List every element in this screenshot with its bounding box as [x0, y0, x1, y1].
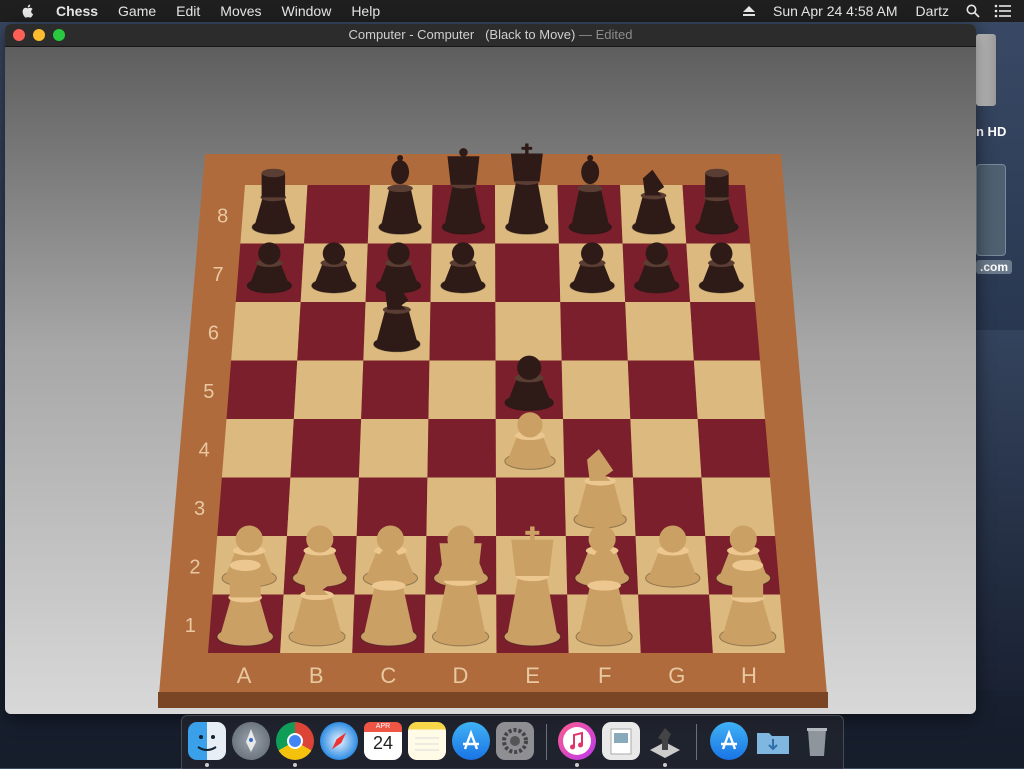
- board-square-h5[interactable]: [693, 360, 765, 420]
- dock-separator: [546, 724, 547, 760]
- chess-running-indicator: [663, 763, 667, 767]
- board-square-h6[interactable]: [690, 302, 760, 361]
- menu-user[interactable]: Dartz: [907, 0, 958, 22]
- itunes-icon[interactable]: [558, 722, 596, 760]
- board-square-g5[interactable]: [627, 360, 698, 420]
- board-square-a4[interactable]: [221, 419, 294, 478]
- window-title-edited: — Edited: [579, 27, 633, 42]
- file-label: H: [741, 663, 757, 688]
- finder-running-indicator: [205, 763, 209, 767]
- notification-center-icon[interactable]: [988, 0, 1018, 22]
- window-title-players: Computer - Computer: [348, 27, 475, 42]
- board-square-f6[interactable]: [560, 302, 628, 361]
- chrome-running-indicator: [293, 763, 297, 767]
- board-square-e7[interactable]: [495, 243, 561, 303]
- menu-game[interactable]: Game: [108, 0, 166, 22]
- app-store-icon[interactable]: [452, 722, 490, 760]
- menu-app-name[interactable]: Chess: [46, 0, 108, 22]
- desktop-file-label: .com: [976, 260, 1013, 274]
- launchpad-icon[interactable]: [232, 722, 270, 760]
- rank-label: 7: [213, 264, 224, 286]
- board-squares: [208, 185, 785, 653]
- rank-label: 5: [203, 381, 214, 403]
- board-square-g6[interactable]: [625, 302, 694, 361]
- window-title: Computer - Computer (Black to Move) — Ed…: [5, 24, 976, 46]
- apple-icon[interactable]: [20, 3, 36, 19]
- board-square-h4[interactable]: [697, 419, 770, 478]
- window-title-status: (Black to Move): [485, 27, 576, 42]
- file-label: D: [452, 663, 468, 688]
- board-square-b4[interactable]: [290, 419, 362, 478]
- calendar-day: 24: [372, 733, 394, 753]
- board-square-d6[interactable]: [429, 302, 496, 361]
- preview-icon[interactable]: [602, 722, 640, 760]
- chess-window: Computer - Computer (Black to Move) — Ed…: [5, 24, 976, 714]
- rank-label: 2: [189, 556, 200, 578]
- rank-label: 3: [194, 498, 205, 520]
- finder-icon[interactable]: [188, 722, 226, 760]
- chess-scene[interactable]: A B C D E F G H 8 7 6 5 4 3 2 1: [5, 47, 976, 714]
- trash-icon[interactable]: [798, 722, 836, 760]
- file-label: C: [380, 663, 396, 688]
- board-square-b6[interactable]: [297, 302, 366, 361]
- board-square-e6[interactable]: [495, 302, 562, 361]
- board-frame-edge: [158, 692, 828, 708]
- file-label: G: [668, 663, 685, 688]
- wallpaper-mountain: [976, 330, 1024, 690]
- itunes-running-indicator: [575, 763, 579, 767]
- board-square-c5[interactable]: [361, 360, 430, 420]
- notes-icon[interactable]: [408, 722, 446, 760]
- chess-icon[interactable]: [646, 722, 684, 760]
- menu-bar-status: Sun Apr 24 4:58 AM Dartz: [734, 0, 1024, 22]
- board-square-a5[interactable]: [226, 360, 298, 420]
- menu-moves[interactable]: Moves: [210, 0, 271, 22]
- hard-drive-label: n HD: [976, 124, 1007, 139]
- eject-icon[interactable]: [734, 0, 764, 22]
- system-preferences-icon[interactable]: [496, 722, 534, 760]
- rank-label: 8: [217, 205, 228, 227]
- menu-help[interactable]: Help: [341, 0, 390, 22]
- spotlight-search-icon[interactable]: [958, 0, 988, 22]
- file-label: A: [237, 663, 252, 688]
- board-square-c4[interactable]: [358, 419, 429, 478]
- board-square-b8[interactable]: [304, 185, 370, 244]
- hard-drive-icon[interactable]: [976, 34, 996, 106]
- rank-label: 1: [185, 615, 196, 637]
- dock: APR 24: [181, 715, 844, 769]
- board-square-f5[interactable]: [561, 360, 631, 420]
- file-label: F: [598, 663, 611, 688]
- chess-board-3d[interactable]: A B C D E F G H 8 7 6 5 4 3 2 1: [5, 47, 976, 714]
- rank-label: 4: [199, 439, 210, 461]
- menu-bar: Chess Game Edit Moves Window Help Sun Ap…: [0, 0, 1024, 22]
- menu-window[interactable]: Window: [272, 0, 342, 22]
- app-store-downloads-icon[interactable]: [710, 722, 748, 760]
- calendar-month: APR: [364, 722, 402, 732]
- board-square-g4[interactable]: [630, 419, 702, 478]
- board-square-a6[interactable]: [231, 302, 301, 361]
- desktop-file-icon[interactable]: [976, 164, 1006, 256]
- file-label: B: [309, 663, 324, 688]
- downloads-folder-icon[interactable]: [754, 722, 792, 760]
- calendar-icon[interactable]: APR 24: [364, 722, 402, 760]
- window-titlebar[interactable]: Computer - Computer (Black to Move) — Ed…: [5, 24, 976, 47]
- rank-label: 6: [208, 322, 219, 344]
- board-square-b5[interactable]: [293, 360, 364, 420]
- safari-icon[interactable]: [320, 722, 358, 760]
- chrome-icon[interactable]: [276, 722, 314, 760]
- dock-separator: [696, 724, 697, 760]
- board-square-d5[interactable]: [428, 360, 496, 420]
- board-square-d4[interactable]: [427, 419, 496, 478]
- board-square-g1[interactable]: [638, 594, 713, 654]
- file-label: E: [525, 663, 540, 688]
- menu-edit[interactable]: Edit: [166, 0, 210, 22]
- menu-clock[interactable]: Sun Apr 24 4:58 AM: [764, 0, 907, 22]
